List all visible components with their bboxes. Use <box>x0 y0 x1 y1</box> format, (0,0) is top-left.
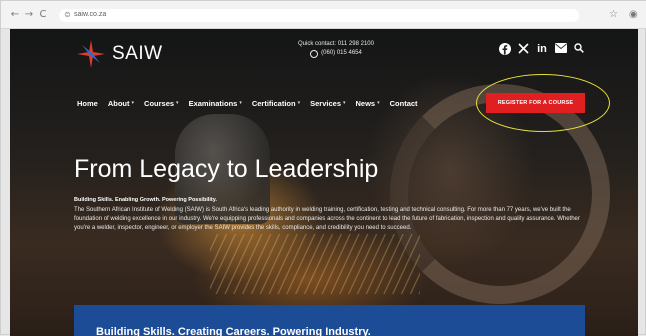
nav-contact[interactable]: Contact <box>390 97 418 109</box>
address-bar[interactable]: ⊜ saiw.co.za <box>59 9 579 22</box>
facebook-icon[interactable] <box>499 43 511 55</box>
whatsapp-icon <box>310 49 319 58</box>
screenshot-frame: ← → C ⊜ saiw.co.za ☆ ◉ SAIW Quick contac… <box>0 0 646 336</box>
contact-phone[interactable]: Quick contact: 011 298 2100 <box>280 40 392 49</box>
mail-icon[interactable] <box>555 43 567 55</box>
chevron-down-icon: ▾ <box>131 100 135 106</box>
hero-description: The Southern African Institute of Weldin… <box>74 207 580 231</box>
contact-whatsapp[interactable]: (060) 015 4654 <box>321 49 362 58</box>
chevron-down-icon: ▾ <box>176 100 179 106</box>
nav-services[interactable]: Services ▾ <box>310 97 345 109</box>
site-info-icon[interactable]: ⊜ <box>64 10 71 19</box>
quick-contact: Quick contact: 011 298 2100 (060) 015 46… <box>280 40 392 58</box>
browser-toolbar: ← → C ⊜ saiw.co.za ☆ ◉ <box>1 1 646 29</box>
chevron-down-icon: ▾ <box>239 100 242 106</box>
nav-examinations[interactable]: Examinations ▾ <box>189 97 242 109</box>
main-navigation: Home About ▾ Courses ▾ Examinations ▾ Certi… <box>77 97 428 109</box>
bookmark-star-icon[interactable]: ☆ <box>609 9 618 20</box>
nav-news[interactable]: News ▾ <box>356 97 380 109</box>
chevron-down-icon: ▾ <box>343 100 346 106</box>
x-icon[interactable] <box>518 43 530 55</box>
hero-subtitle: Building Skills. Enabling Growth. Poweri… <box>74 197 217 203</box>
nav-certification[interactable]: Certification ▾ <box>252 97 300 109</box>
highlight-ellipse <box>476 74 610 132</box>
feature-band: Building Skills. Creating Careers. Power… <box>74 305 585 336</box>
nav-home[interactable]: Home <box>77 97 98 109</box>
reload-icon[interactable]: C <box>37 9 49 21</box>
chevron-down-icon: ▾ <box>297 100 301 106</box>
logo-text: SAIW <box>112 43 163 64</box>
chevron-down-icon: ▾ <box>377 100 380 106</box>
nav-about[interactable]: About ▾ <box>108 97 134 109</box>
profile-icon[interactable]: ◉ <box>629 9 638 20</box>
nav-courses[interactable]: Courses ▾ <box>144 97 179 109</box>
webpage: SAIW Quick contact: 011 298 2100 (060) 0… <box>10 29 638 336</box>
linkedin-icon[interactable]: in <box>535 43 549 55</box>
forward-icon[interactable]: → <box>23 9 35 21</box>
logo-star-icon <box>77 40 105 68</box>
saiw-logo[interactable]: SAIW <box>76 39 186 69</box>
back-icon[interactable]: ← <box>9 9 21 21</box>
hero-title: From Legacy to Leadership <box>74 155 379 183</box>
address-url: saiw.co.za <box>74 11 107 18</box>
background-sparks <box>210 234 420 294</box>
search-icon[interactable] <box>574 43 584 55</box>
